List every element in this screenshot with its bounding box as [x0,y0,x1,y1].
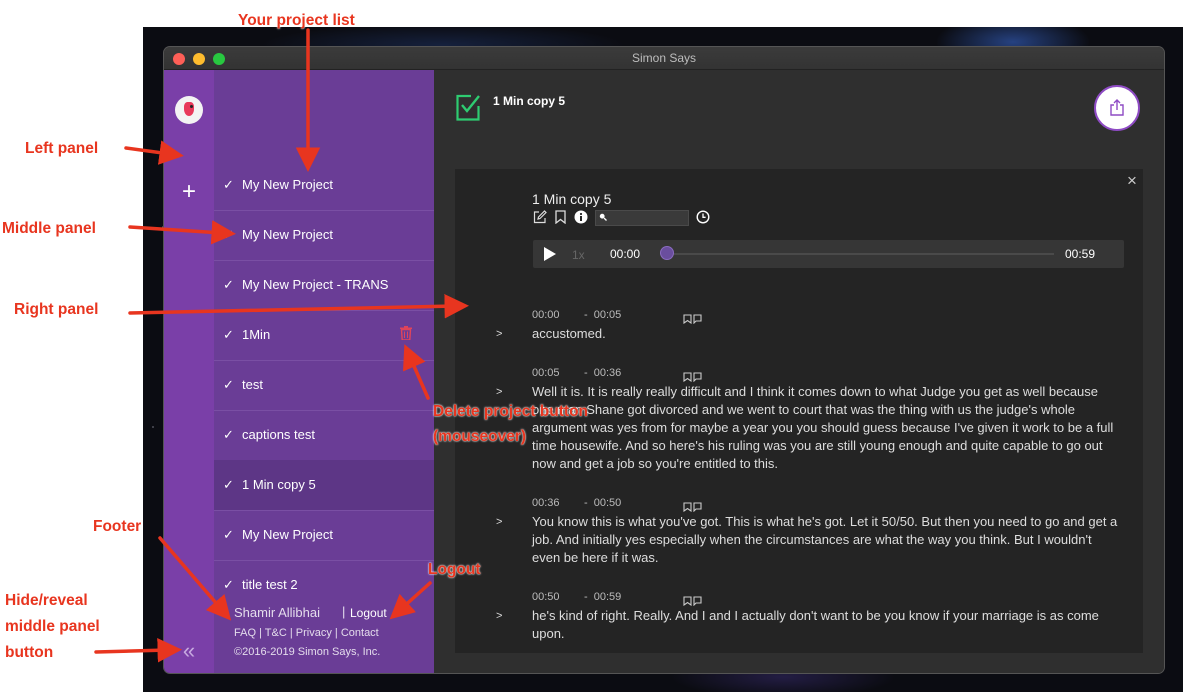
annotation-footer: Footer [93,518,142,535]
delete-button-arrow [403,344,430,400]
middle-panel-arrow [128,220,236,245]
hide-reveal-arrow [94,638,182,663]
annotation-logout: Logout [428,561,481,578]
annotation-delete-mouseover: (mouseover) [433,428,527,445]
annotation-delete-button: Delete project button [433,403,589,420]
annotation-arrows [94,28,469,663]
left-panel-arrow [124,140,184,165]
annotation-hide-reveal-middle: middle panel [5,618,100,635]
footer-arrow [158,536,232,621]
logout-arrow [389,581,432,620]
annotation-right-panel: Right panel [14,301,99,318]
annotation-middle-panel: Middle panel [2,220,96,237]
annotation-hide-reveal-button: button [5,644,54,661]
annotation-project-list: Your project list [238,12,355,29]
annotation-hide-reveal: Hide/reveal [5,592,88,609]
annotation-left-panel: Left panel [25,140,99,157]
right-panel-arrow [128,293,469,319]
